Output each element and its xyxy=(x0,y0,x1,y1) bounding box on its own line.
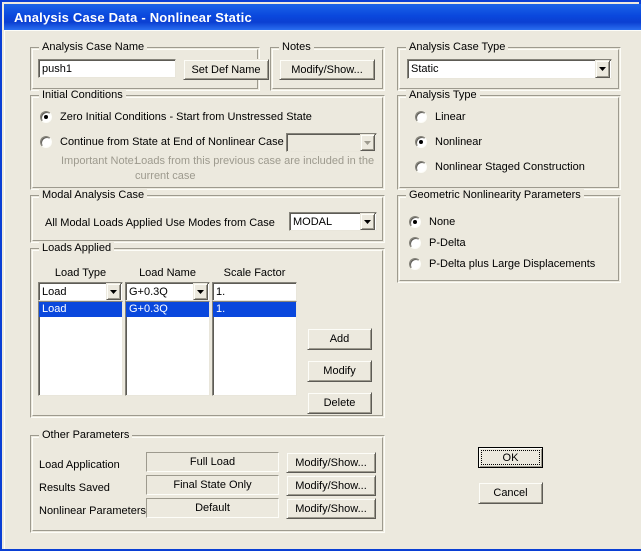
radio-dot-icon xyxy=(40,111,52,123)
nonlinear-parameters-modify-show-button[interactable]: Modify/Show... xyxy=(286,498,376,519)
dialog-client-area: Analysis Case Name push1 Set Def Name No… xyxy=(4,30,641,549)
important-note-line-1: Loads from this previous case are includ… xyxy=(135,155,375,167)
scale-factor-listbox[interactable]: 1. xyxy=(212,301,297,396)
nonlinear-parameters-value: Default xyxy=(146,498,279,518)
chevron-down-icon[interactable] xyxy=(193,283,208,300)
modify-button[interactable]: Modify xyxy=(307,360,372,382)
load-type-listbox[interactable]: Load xyxy=(38,301,123,396)
important-note-label: Important Note: xyxy=(61,155,137,167)
radio-label-p-delta: P-Delta xyxy=(429,237,466,249)
load-name-value: G+0.3Q xyxy=(129,285,168,298)
modal-case-combo[interactable]: MODAL xyxy=(289,212,377,231)
radio-label-nonlinear: Nonlinear xyxy=(435,136,483,148)
radio-geomnl-p-delta-large-disp[interactable]: P-Delta plus Large Displacements xyxy=(409,258,595,270)
radio-analysis-type-staged[interactable]: Nonlinear Staged Construction xyxy=(415,161,585,173)
focus-rect xyxy=(481,450,540,465)
radio-dot-icon xyxy=(409,258,421,270)
load-name-combo[interactable]: G+0.3Q xyxy=(125,282,210,301)
radio-zero-initial-conditions[interactable]: Zero Initial Conditions - Start from Uns… xyxy=(40,111,312,123)
radio-label-p-delta-plus-large-displacements: P-Delta plus Large Displacements xyxy=(429,258,596,270)
group-label-geometric-nonlinearity: Geometric Nonlinearity Parameters xyxy=(406,189,584,201)
delete-button[interactable]: Delete xyxy=(307,392,372,414)
results-saved-label: Results Saved xyxy=(39,482,110,494)
scale-factor-input[interactable]: 1. xyxy=(212,282,297,301)
radio-label-linear: Linear xyxy=(435,111,466,123)
group-label-analysis-case-name: Analysis Case Name xyxy=(39,41,148,53)
set-def-name-button[interactable]: Set Def Name xyxy=(183,59,269,80)
chevron-down-icon[interactable] xyxy=(360,134,375,151)
continue-case-combo[interactable] xyxy=(286,133,377,152)
results-saved-value: Final State Only xyxy=(146,475,279,495)
dialog-window: Analysis Case Data - Nonlinear Static An… xyxy=(0,0,641,551)
load-name-listbox[interactable]: G+0.3Q xyxy=(125,301,210,396)
load-application-modify-show-button[interactable]: Modify/Show... xyxy=(286,452,376,473)
group-label-analysis-case-type: Analysis Case Type xyxy=(406,41,509,53)
radio-dot-icon xyxy=(415,161,427,173)
table-row[interactable]: G+0.3Q xyxy=(126,302,209,317)
results-saved-modify-show-button[interactable]: Modify/Show... xyxy=(286,475,376,496)
table-row[interactable]: Load xyxy=(39,302,122,317)
title-bar[interactable]: Analysis Case Data - Nonlinear Static xyxy=(4,4,641,30)
group-label-other-parameters: Other Parameters xyxy=(39,429,133,441)
radio-analysis-type-nonlinear[interactable]: Nonlinear xyxy=(415,136,482,148)
group-label-notes: Notes xyxy=(279,41,314,53)
group-label-modal-analysis-case: Modal Analysis Case xyxy=(39,189,148,201)
analysis-case-type-combo[interactable]: Static xyxy=(407,59,612,79)
group-label-initial-conditions: Initial Conditions xyxy=(39,89,126,101)
radio-analysis-type-linear[interactable]: Linear xyxy=(415,111,466,123)
analysis-case-name-input[interactable]: push1 xyxy=(38,59,176,78)
radio-continue-from-state[interactable]: Continue from State at End of Nonlinear … xyxy=(40,136,284,148)
radio-label-none: None xyxy=(429,216,456,228)
column-header-scale-factor: Scale Factor xyxy=(223,267,286,279)
radio-dot-icon xyxy=(409,216,421,228)
add-button[interactable]: Add xyxy=(307,328,372,350)
modal-loads-label: All Modal Loads Applied Use Modes from C… xyxy=(45,217,275,229)
notes-modify-show-button[interactable]: Modify/Show... xyxy=(279,59,375,80)
group-label-loads-applied: Loads Applied xyxy=(39,242,115,254)
cancel-button[interactable]: Cancel xyxy=(478,482,543,504)
radio-geomnl-none[interactable]: None xyxy=(409,216,455,228)
radio-dot-icon xyxy=(415,136,427,148)
chevron-down-icon[interactable] xyxy=(595,60,610,78)
chevron-down-icon[interactable] xyxy=(106,283,121,300)
analysis-case-type-value: Static xyxy=(411,63,439,75)
load-application-label: Load Application xyxy=(39,459,120,471)
group-label-analysis-type: Analysis Type xyxy=(406,89,480,101)
load-application-value: Full Load xyxy=(146,452,279,472)
radio-dot-icon xyxy=(409,237,421,249)
table-row[interactable]: 1. xyxy=(213,302,296,317)
column-header-load-name: Load Name xyxy=(139,267,196,279)
radio-dot-icon xyxy=(40,136,52,148)
radio-geomnl-p-delta[interactable]: P-Delta xyxy=(409,237,466,249)
modal-case-value: MODAL xyxy=(293,215,333,228)
important-note-line-2: current case xyxy=(135,170,196,182)
nonlinear-parameters-label: Nonlinear Parameters xyxy=(39,505,146,517)
window-title: Analysis Case Data - Nonlinear Static xyxy=(14,9,252,25)
load-type-combo[interactable]: Load xyxy=(38,282,123,301)
ok-button[interactable]: OK xyxy=(478,447,543,468)
chevron-down-icon[interactable] xyxy=(360,213,375,230)
radio-label-nonlinear-staged-construction: Nonlinear Staged Construction xyxy=(435,161,585,173)
radio-dot-icon xyxy=(415,111,427,123)
radio-label-zero-initial-conditions: Zero Initial Conditions - Start from Uns… xyxy=(60,111,312,123)
radio-label-continue-from-state: Continue from State at End of Nonlinear … xyxy=(60,136,284,148)
load-type-value: Load xyxy=(42,285,67,298)
column-header-load-type: Load Type xyxy=(54,267,107,279)
